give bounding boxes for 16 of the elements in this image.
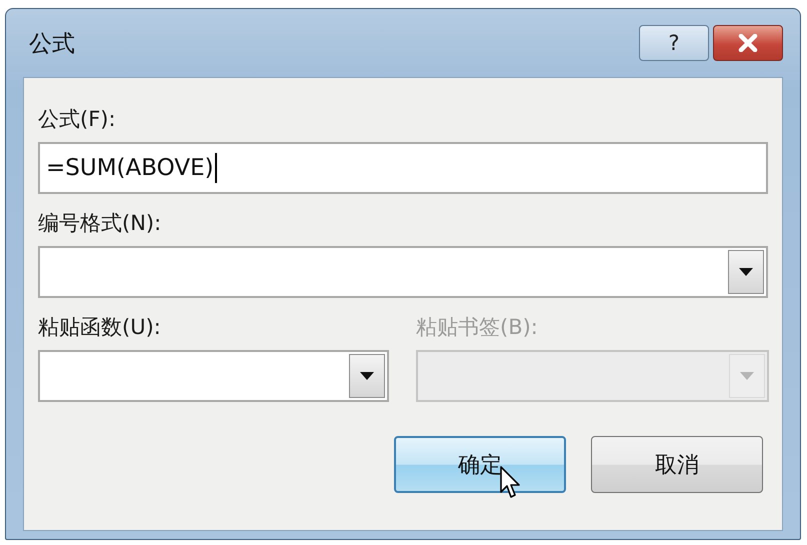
close-icon xyxy=(737,34,759,52)
dropdown[interactable] xyxy=(38,350,389,402)
cancel-button[interactable]: 取消 xyxy=(591,436,763,493)
caret-icon xyxy=(740,372,754,380)
caret-icon xyxy=(739,268,753,276)
close-button[interactable] xyxy=(713,25,783,61)
field-label: 粘贴书签(B): xyxy=(416,314,539,341)
help-button[interactable]: ? xyxy=(639,25,709,61)
formula-field[interactable]: =SUM(ABOVE) xyxy=(38,142,768,194)
field-label: 编号格式(N): xyxy=(38,210,162,237)
window-title: 公式 xyxy=(28,30,75,58)
dropdown[interactable] xyxy=(38,246,768,298)
dropdown[interactable] xyxy=(416,350,769,402)
field-label: 公式(F): xyxy=(38,106,117,133)
caret-icon xyxy=(360,372,374,380)
field-label: 粘贴函数(U): xyxy=(38,314,162,341)
